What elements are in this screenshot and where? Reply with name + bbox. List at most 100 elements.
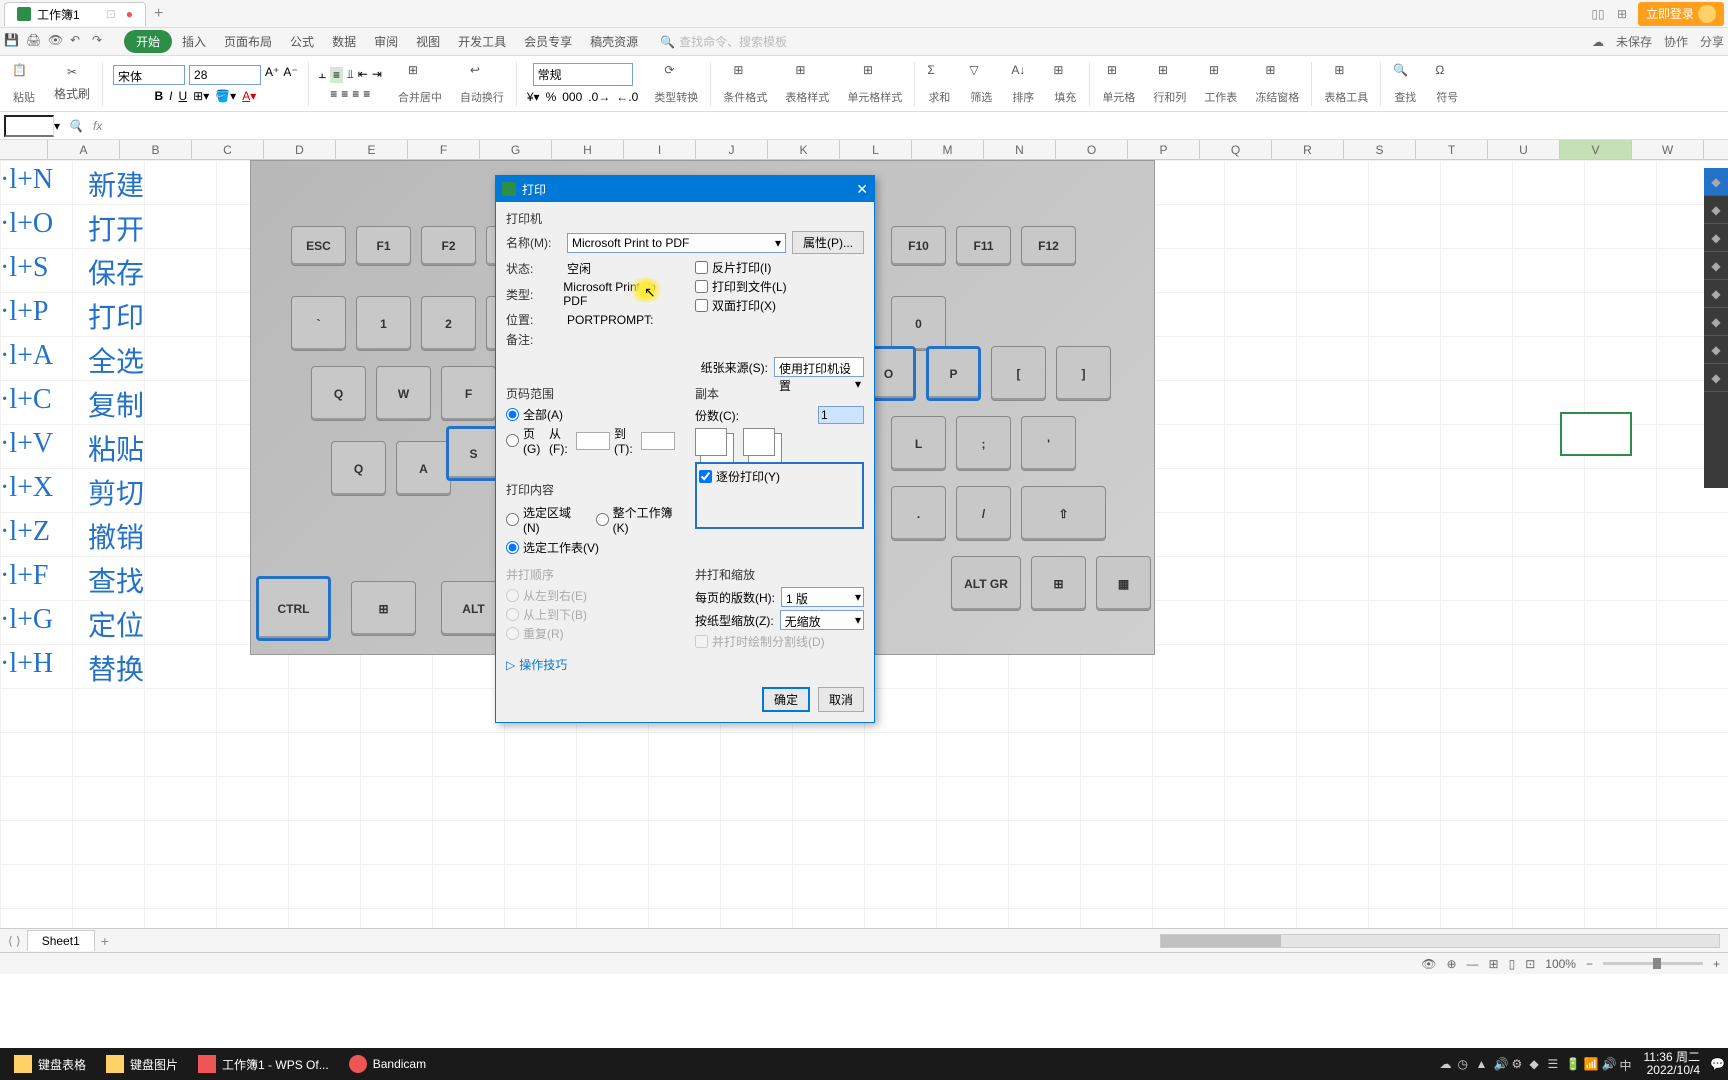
select-all-corner[interactable] [0,140,48,159]
cell[interactable]: 定位 [88,604,144,644]
tray-icon[interactable]: 🔋 [1566,1057,1580,1071]
cell[interactable]: ·l+V [0,428,53,460]
side-item[interactable]: ◆ [1704,308,1728,336]
side-item[interactable]: ◆ [1704,364,1728,392]
align-justify-icon[interactable]: ≡ [363,87,370,101]
content-workbook-radio[interactable] [596,513,609,526]
align-mid-icon[interactable]: ≡ [330,67,343,83]
col-header[interactable]: N [984,140,1056,159]
col-header[interactable]: R [1272,140,1344,159]
zoom-out-icon[interactable]: − [1586,957,1593,971]
login-button[interactable]: 立即登录 [1638,2,1724,26]
cell[interactable]: ·l+Z [0,516,50,548]
font-size-select[interactable]: 28 [189,65,261,85]
active-cell[interactable] [1560,412,1632,456]
tray-icon[interactable]: 🔊 [1494,1057,1508,1071]
format-painter-button[interactable]: 格式刷 [52,83,92,104]
col-header[interactable]: U [1488,140,1560,159]
tips-link[interactable]: ▷ 操作技巧 [506,656,864,673]
align-right-icon[interactable]: ≡ [352,87,359,101]
col-header[interactable]: A [48,140,120,159]
taskbar-item[interactable]: 工作簿1 - WPS Of... [188,1051,339,1077]
side-item[interactable]: ◆ [1704,336,1728,364]
tray-icon[interactable]: ☁ [1440,1057,1454,1071]
cell[interactable]: 保存 [88,252,144,292]
properties-button[interactable]: 属性(P)... [792,231,864,254]
fit-to-paper-select[interactable]: 无缩放▾ [780,610,864,630]
share-label[interactable]: 分享 [1700,33,1724,50]
cell[interactable]: 打开 [88,208,144,248]
horizontal-scrollbar[interactable] [1160,934,1720,948]
undo-icon[interactable]: ↶ [70,33,88,51]
find-button[interactable]: 🔍查找 [1387,63,1423,105]
cell-style-button[interactable]: ⊞单元格样式 [841,63,908,105]
sum-button[interactable]: Σ求和 [921,63,957,105]
add-tab-button[interactable]: + [154,5,163,23]
grid-icon[interactable]: ⊞ [1614,6,1630,22]
cell[interactable]: 查找 [88,560,144,600]
document-tab[interactable]: 工作簿1 ⊡ ● [4,2,146,26]
from-input[interactable] [576,432,610,450]
tab-menu-icon[interactable]: ⊡ [106,7,116,21]
align-top-icon[interactable]: ⫠ [319,67,326,83]
font-dec-icon[interactable]: A⁻ [283,65,297,85]
cell[interactable]: 剪切 [88,472,144,512]
split-icon[interactable]: ▯▯ [1590,6,1606,22]
center-icon[interactable]: ⊕ [1446,957,1456,971]
font-color-icon[interactable]: A▾ [242,89,256,103]
type-conv-button[interactable]: ⟳类型转换 [648,63,704,105]
cancel-button[interactable]: 取消 [818,687,864,712]
align-left-icon[interactable]: ≡ [330,87,337,101]
cell[interactable]: ·l+N [0,164,53,196]
dec-dec-icon[interactable]: ←.0 [616,90,638,104]
side-item[interactable]: ◆ [1704,196,1728,224]
dash-icon[interactable]: — [1467,957,1479,971]
tray-icon[interactable]: 📶 [1584,1057,1598,1071]
percent-icon[interactable]: % [546,90,557,104]
col-header[interactable]: P [1128,140,1200,159]
tray-icon[interactable]: 🔊 [1602,1057,1616,1071]
filter-button[interactable]: ▽筛选 [963,63,999,105]
cell[interactable]: ·l+A [0,340,53,372]
cell-reference-input[interactable] [4,115,54,137]
tray-icon[interactable]: ☰ [1548,1057,1562,1071]
content-selection-radio[interactable] [506,513,519,526]
col-header[interactable]: F [408,140,480,159]
range-all-radio[interactable] [506,408,519,421]
zoom-level[interactable]: 100% [1545,957,1576,971]
bold-icon[interactable]: B [154,89,163,103]
col-header[interactable]: E [336,140,408,159]
align-bot-icon[interactable]: ⫫ [347,67,354,83]
col-header[interactable]: T [1416,140,1488,159]
col-header[interactable]: B [120,140,192,159]
printer-name-select[interactable]: Microsoft Print to PDF▾ [567,233,786,253]
cell[interactable]: ·l+G [0,604,53,636]
zoom-slider[interactable] [1603,962,1703,965]
menu-page-layout[interactable]: 页面布局 [216,29,280,54]
tray-icon[interactable]: ◆ [1530,1057,1544,1071]
wrap-button[interactable]: ↩自动换行 [454,63,510,105]
cond-fmt-button[interactable]: ⊞条件格式 [717,63,773,105]
comma-icon[interactable]: 000 [562,90,582,104]
col-header[interactable]: C [192,140,264,159]
table-style-button[interactable]: ⊞表格样式 [779,63,835,105]
col-header[interactable]: K [768,140,840,159]
cell[interactable]: 新建 [88,164,144,204]
tab-close-icon[interactable]: ● [126,7,133,21]
zoom-in-icon[interactable]: + [1713,957,1720,971]
tray-icon[interactable]: ▲ [1476,1057,1490,1071]
col-header[interactable]: Q [1200,140,1272,159]
redo-icon[interactable]: ↷ [92,33,110,51]
fill-button[interactable]: ⊞填充 [1047,63,1083,105]
menu-view[interactable]: 视图 [408,29,448,54]
tabs-menu-icon[interactable]: ⟨ ⟩ [8,934,21,948]
menu-member[interactable]: 会员专享 [516,29,580,54]
menu-dev[interactable]: 开发工具 [450,29,514,54]
menu-resources[interactable]: 稿壳资源 [582,29,646,54]
fill-color-icon[interactable]: 🪣▾ [215,89,236,103]
copies-input[interactable] [818,406,864,424]
search-box[interactable]: 🔍 查找命令、搜索模板 [660,33,787,50]
merge-button[interactable]: ⊞合并居中 [392,63,448,105]
col-header[interactable]: J [696,140,768,159]
col-header[interactable]: G [480,140,552,159]
